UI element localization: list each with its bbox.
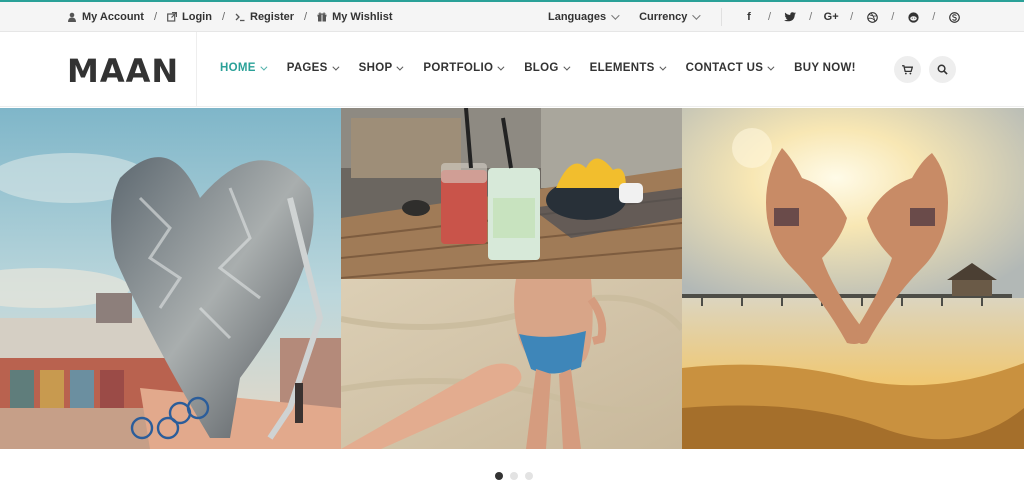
nav-item-shop[interactable]: SHOP — [358, 62, 404, 74]
reddit-icon[interactable] — [906, 10, 920, 24]
nav-item-blog[interactable]: BLOG — [524, 62, 571, 74]
locale-selectors: Languages Currency — [548, 2, 702, 32]
google-plus-icon[interactable]: G+ — [824, 10, 839, 24]
terminal-icon — [235, 13, 245, 22]
nav-item-portfolio[interactable]: PORTFOLIO — [423, 62, 505, 74]
my-account-label: My Account — [82, 11, 144, 23]
nav-item-label: ELEMENTS — [589, 62, 655, 74]
register-link[interactable]: Register — [235, 11, 294, 23]
hero-gallery — [0, 108, 1024, 449]
twitter-icon[interactable] — [783, 10, 797, 24]
nav-item-home[interactable]: HOME — [220, 62, 268, 74]
drinks-table-photo[interactable] — [341, 108, 682, 279]
login-label: Login — [182, 11, 212, 23]
chevron-down-icon — [332, 63, 340, 71]
separator: / — [850, 11, 854, 23]
separator: / — [891, 11, 895, 23]
languages-dropdown[interactable]: Languages — [548, 11, 620, 23]
holding-hands-beach-photo[interactable] — [341, 279, 682, 449]
my-account-link[interactable]: My Account — [67, 11, 144, 23]
external-link-icon — [167, 12, 177, 22]
nav-item-label: CONTACT US — [685, 62, 764, 74]
my-wishlist-link[interactable]: My Wishlist — [317, 11, 393, 23]
separator: / — [809, 11, 813, 23]
chevron-down-icon — [563, 63, 571, 71]
nav-item-pages[interactable]: PAGES — [286, 62, 340, 74]
gift-icon — [317, 12, 327, 22]
separator: / — [153, 11, 157, 23]
slider-dot-3[interactable] — [525, 472, 533, 480]
account-links: My Account / Login / Register / My Wishl… — [67, 2, 393, 32]
nav-item-label: HOME — [220, 62, 256, 74]
chevron-down-icon — [767, 63, 775, 71]
site-logo[interactable]: MAAN — [67, 52, 179, 90]
nav-item-label: SHOP — [358, 62, 393, 74]
chevron-down-icon — [497, 63, 505, 71]
nav-item-contact-us[interactable]: CONTACT US — [685, 62, 775, 74]
login-link[interactable]: Login — [167, 11, 212, 23]
slider-pagination — [495, 472, 533, 480]
slider-dot-1[interactable] — [495, 472, 503, 480]
social-links: f / / G+ / / / — [742, 2, 961, 32]
register-label: Register — [250, 11, 295, 23]
my-wishlist-label: My Wishlist — [332, 11, 393, 23]
languages-label: Languages — [548, 11, 607, 23]
slider-dot-2[interactable] — [510, 472, 518, 480]
chevron-down-icon — [611, 11, 620, 20]
jumping-heart-beach-photo[interactable] — [682, 108, 1024, 449]
nav-item-label: BLOG — [524, 62, 559, 74]
currency-dropdown[interactable]: Currency — [639, 11, 702, 23]
main-header: MAAN HOME PAGES SHOP PORTFOLIO BLOG ELEM… — [0, 32, 1024, 107]
nav-item-label: PAGES — [286, 62, 328, 74]
chevron-down-icon — [659, 63, 667, 71]
separator: / — [932, 11, 936, 23]
top-bar: My Account / Login / Register / My Wishl… — [0, 0, 1024, 32]
facebook-icon[interactable]: f — [742, 10, 756, 24]
chevron-down-icon — [260, 63, 268, 71]
cart-button[interactable] — [894, 56, 921, 83]
chevron-down-icon — [692, 11, 702, 20]
currency-label: Currency — [639, 11, 688, 23]
divider — [196, 32, 197, 107]
nav-item-label: PORTFOLIO — [423, 62, 494, 74]
heart-sculpture-photo[interactable] — [0, 108, 341, 449]
search-icon — [937, 64, 948, 75]
main-nav: HOME PAGES SHOP PORTFOLIO BLOG ELEMENTS … — [220, 62, 856, 74]
separator: / — [221, 11, 225, 23]
chevron-down-icon — [396, 63, 404, 71]
dribbble-icon[interactable] — [865, 10, 879, 24]
user-icon — [68, 12, 76, 22]
nav-item-buy-now[interactable]: BUY NOW! — [794, 62, 856, 74]
search-button[interactable] — [929, 56, 956, 83]
skype-icon[interactable] — [947, 10, 961, 24]
separator: / — [768, 11, 772, 23]
nav-item-elements[interactable]: ELEMENTS — [589, 62, 667, 74]
divider — [721, 8, 722, 26]
cart-icon — [902, 64, 913, 74]
separator: / — [304, 11, 308, 23]
nav-item-label: BUY NOW! — [794, 62, 856, 74]
